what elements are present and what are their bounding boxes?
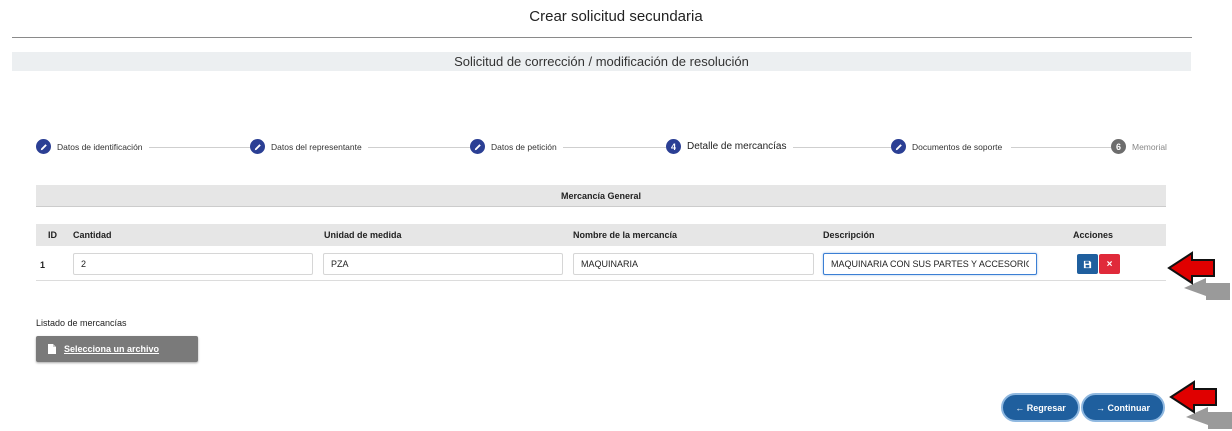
page-title: Crear solicitud secundaria	[529, 8, 703, 25]
title-divider	[12, 37, 1192, 38]
select-file-button[interactable]: Selecciona un archivo	[36, 336, 198, 362]
step-label: Detalle de mercancías	[687, 141, 787, 152]
row-id: 1	[40, 260, 46, 270]
step-label: Datos del representante	[271, 141, 362, 152]
table-row: 1 ×	[36, 248, 1166, 281]
floppy-disk-icon	[1083, 260, 1092, 268]
stepper-connector	[791, 147, 891, 148]
step-label: Documentos de soporte	[912, 141, 1003, 152]
step-datos-representante[interactable]: Datos del representante	[250, 139, 368, 154]
pencil-icon	[250, 139, 265, 154]
column-header: Acciones	[1073, 230, 1114, 240]
document-icon	[48, 344, 56, 354]
continue-button[interactable]: → Continuar	[1081, 393, 1165, 422]
cantidad-input[interactable]	[73, 253, 313, 275]
step-number-badge: 6	[1111, 139, 1126, 154]
stepper-connector	[1011, 147, 1111, 148]
step-memorial[interactable]: 6 Memorial	[1111, 139, 1173, 154]
annotation-arrow-icon	[1167, 251, 1230, 300]
step-label: Datos de identificación	[57, 141, 143, 152]
column-header: Nombre de la mercancía	[573, 230, 678, 240]
pencil-icon	[891, 139, 906, 154]
stepper-connector	[146, 147, 251, 148]
column-header: ID	[48, 230, 57, 240]
delete-row-button[interactable]: ×	[1099, 254, 1120, 274]
step-detalle-mercancias[interactable]: 4 Detalle de mercancías	[666, 139, 793, 154]
column-header: Cantidad	[73, 230, 112, 240]
nombre-mercancia-input[interactable]	[573, 253, 814, 275]
page-subtitle: Solicitud de corrección / modificación d…	[12, 52, 1191, 71]
section-title: Mercancía General	[36, 185, 1166, 207]
step-number-badge: 4	[666, 139, 681, 154]
step-documentos-soporte[interactable]: Documentos de soporte	[891, 139, 1009, 154]
annotation-arrow-icon	[1169, 380, 1232, 429]
unidad-medida-input[interactable]	[323, 253, 563, 275]
step-datos-identificacion[interactable]: Datos de identificación	[36, 139, 149, 154]
save-row-button[interactable]	[1077, 254, 1098, 274]
step-datos-peticion[interactable]: Datos de petición	[470, 139, 563, 154]
step-label: Memorial	[1132, 141, 1167, 152]
listado-mercancias-label: Listado de mercancías	[36, 318, 127, 328]
stepper-connector	[561, 147, 666, 148]
select-file-label: Selecciona un archivo	[64, 344, 160, 354]
back-button[interactable]: ← Regresar	[1001, 393, 1080, 422]
stepper-connector	[366, 147, 471, 148]
column-header: Unidad de medida	[324, 230, 402, 240]
column-header: Descripción	[823, 230, 875, 240]
pencil-icon	[470, 139, 485, 154]
table-header: ID Cantidad Unidad de medida Nombre de l…	[36, 224, 1166, 246]
descripcion-input[interactable]	[823, 253, 1037, 275]
pencil-icon	[36, 139, 51, 154]
progress-stepper: Datos de identificación Datos del repres…	[36, 139, 1173, 155]
step-label: Datos de petición	[491, 141, 557, 152]
